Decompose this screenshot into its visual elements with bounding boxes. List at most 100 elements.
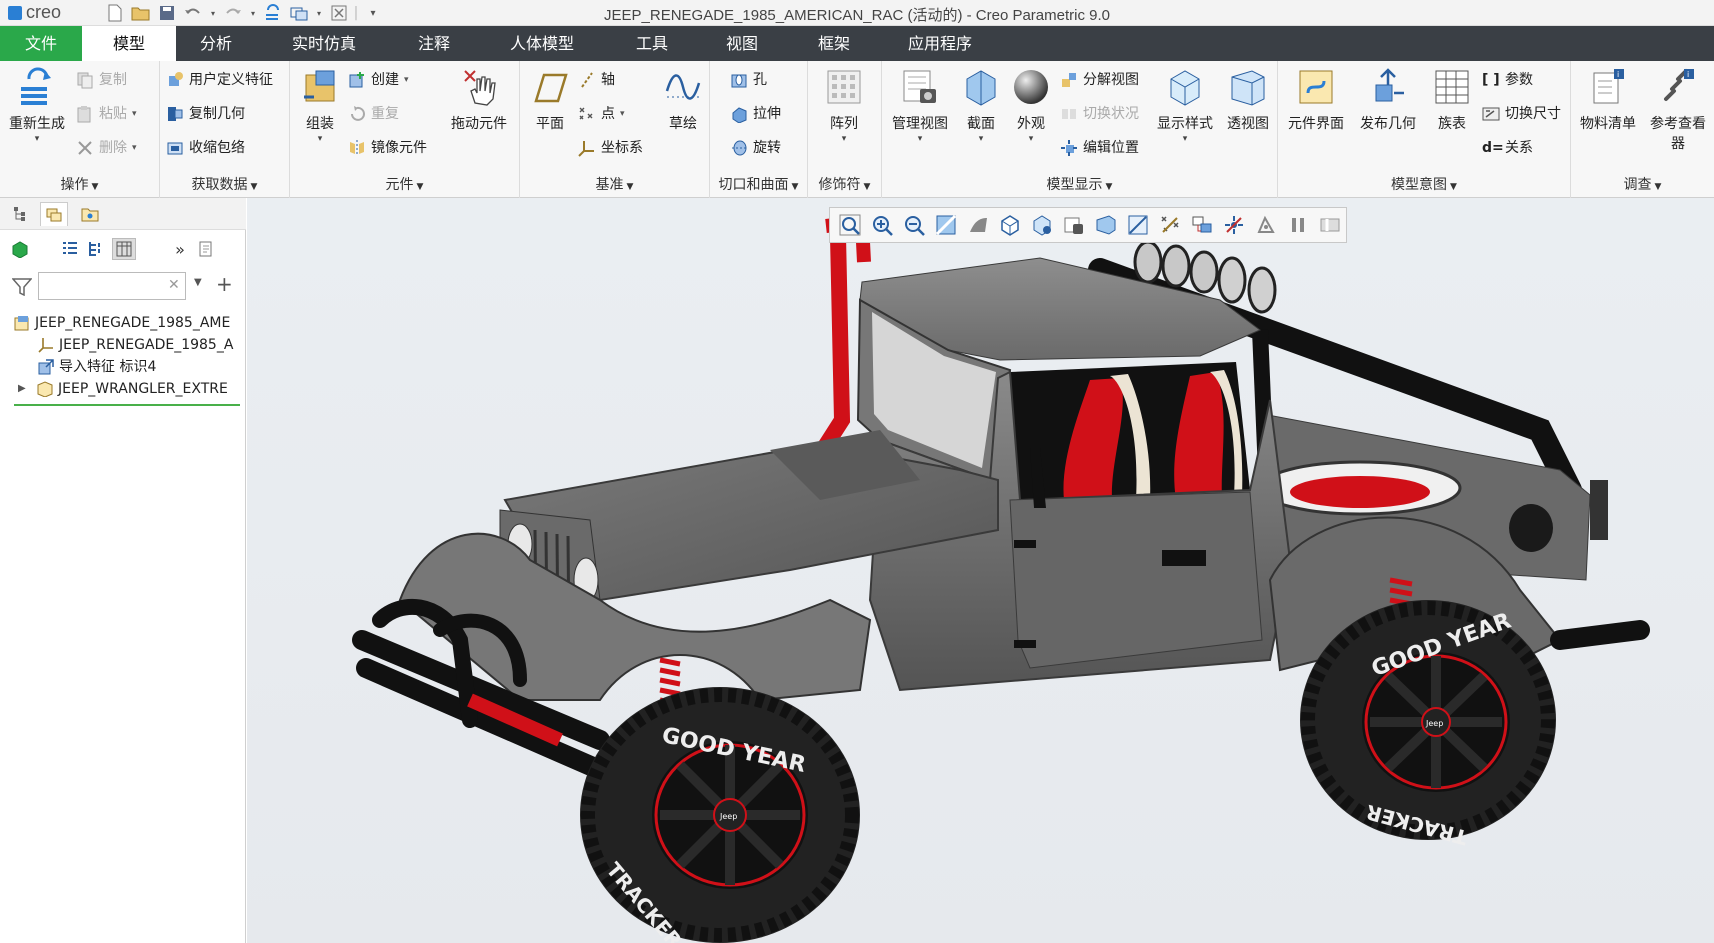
dropdown-arrow-icon[interactable]: ▾ bbox=[956, 134, 1006, 144]
tab-favorites[interactable] bbox=[76, 202, 104, 226]
tab-file[interactable]: 文件 bbox=[0, 26, 82, 61]
dropdown-arrow-icon[interactable]: ▾ bbox=[4, 134, 70, 144]
zoom-out-icon[interactable] bbox=[900, 211, 928, 239]
tree-filters-icon[interactable] bbox=[84, 238, 108, 260]
group-label-get-data[interactable]: 获取数据 ▼ bbox=[160, 174, 289, 194]
repaint-icon[interactable] bbox=[932, 211, 960, 239]
tree-insert-indicator[interactable] bbox=[14, 404, 240, 406]
dropdown-arrow-icon[interactable]: ▾ bbox=[886, 134, 954, 144]
jeep-model[interactable]: Jeep GOOD YEAR TRACKER Jeep GOOD YEAR TR… bbox=[247, 198, 1714, 943]
dropdown-arrow-icon[interactable]: ▼ bbox=[194, 277, 202, 288]
component-interface-button[interactable]: 元件界面 bbox=[1280, 67, 1352, 133]
front-wheel[interactable]: Jeep GOOD YEAR TRACKER bbox=[580, 687, 860, 943]
dropdown-arrow-icon[interactable]: ▾ bbox=[814, 134, 874, 144]
tree-item-root-assembly[interactable]: JEEP_RENEGADE_1985_AME bbox=[14, 312, 244, 334]
point-button[interactable]: 点 ▾ bbox=[578, 101, 625, 127]
copy-button[interactable]: 复制 bbox=[76, 67, 127, 93]
copy-geometry-button[interactable]: 复制几何 bbox=[166, 101, 245, 127]
assemble-button[interactable]: 组装 ▾ bbox=[296, 67, 344, 144]
clear-search-icon[interactable]: ✕ bbox=[168, 277, 180, 293]
section-button[interactable]: 截面 ▾ bbox=[956, 67, 1006, 144]
group-label-cut-surface[interactable]: 切口和曲面 ▼ bbox=[710, 174, 807, 194]
display-style-icon[interactable] bbox=[964, 211, 992, 239]
dropdown-arrow-icon[interactable]: ▾ bbox=[620, 101, 625, 127]
tree-item-import-feature[interactable]: 导入特征 标识4 bbox=[38, 356, 244, 378]
perspective-icon[interactable] bbox=[1092, 211, 1120, 239]
snapshot-icon[interactable] bbox=[1252, 211, 1280, 239]
perspective-button[interactable]: 透视图 bbox=[1220, 67, 1276, 133]
sketch-button[interactable]: 草绘 bbox=[658, 67, 708, 133]
dropdown-arrow-icon[interactable]: ▾ bbox=[404, 67, 409, 93]
group-label-component[interactable]: 元件 ▼ bbox=[290, 174, 519, 194]
group-label-investigate[interactable]: 调查 ▼ bbox=[1571, 174, 1714, 194]
bom-button[interactable]: i 物料清单 bbox=[1573, 67, 1643, 133]
search-input[interactable] bbox=[38, 272, 186, 300]
paste-button[interactable]: 粘贴 ▾ bbox=[76, 101, 137, 127]
group-label-operations[interactable]: 操作 ▼ bbox=[0, 174, 159, 194]
datum-display-icon[interactable] bbox=[1156, 211, 1184, 239]
tab-tools[interactable]: 工具 bbox=[622, 26, 682, 61]
hole-button[interactable]: 孔 bbox=[730, 67, 767, 93]
family-table-button[interactable]: 族表 bbox=[1426, 67, 1478, 133]
shrinkwrap-button[interactable]: 收缩包络 bbox=[166, 135, 245, 161]
hide-icon[interactable] bbox=[1316, 211, 1344, 239]
delete-button[interactable]: 删除 ▾ bbox=[76, 135, 137, 161]
cube-icon[interactable] bbox=[8, 238, 32, 260]
repeat-button[interactable]: 重复 bbox=[348, 101, 399, 127]
drag-component-button[interactable]: 拖动元件 bbox=[442, 67, 516, 133]
zoom-in-icon[interactable] bbox=[868, 211, 896, 239]
tab-framework[interactable]: 框架 bbox=[804, 26, 864, 61]
extrude-button[interactable]: 拉伸 bbox=[730, 101, 781, 127]
dropdown-arrow-icon[interactable]: ▾ bbox=[1006, 134, 1056, 144]
tree-item-part[interactable]: ▶ JEEP_WRANGLER_EXTRE bbox=[18, 378, 244, 400]
tree-columns-icon[interactable] bbox=[112, 238, 136, 260]
explode-view-button[interactable]: 分解视图 bbox=[1060, 67, 1139, 93]
saved-views-icon[interactable] bbox=[1028, 211, 1056, 239]
tab-applications[interactable]: 应用程序 bbox=[894, 26, 986, 61]
toggle-status-button[interactable]: 切换状况 bbox=[1060, 101, 1139, 127]
dropdown-arrow-icon[interactable]: ▾ bbox=[132, 101, 137, 127]
create-button[interactable]: 创建 ▾ bbox=[348, 67, 409, 93]
reference-viewer-button[interactable]: i 参考查看 器 bbox=[1643, 67, 1713, 153]
tab-live-simulation[interactable]: 实时仿真 bbox=[278, 26, 370, 61]
annotation-display-icon[interactable] bbox=[1188, 211, 1216, 239]
expand-arrow-icon[interactable]: ▶ bbox=[18, 378, 32, 400]
dropdown-arrow-icon[interactable]: ▾ bbox=[132, 135, 137, 161]
display-style-button[interactable]: 显示样式 ▾ bbox=[1152, 67, 1218, 144]
group-label-model-intent[interactable]: 模型意图 ▼ bbox=[1278, 174, 1570, 194]
dropdown-arrow-icon[interactable]: ▾ bbox=[296, 134, 344, 144]
refit-icon[interactable] bbox=[836, 211, 864, 239]
csys-button[interactable]: 坐标系 bbox=[578, 135, 643, 161]
tree-item-csys[interactable]: JEEP_RENEGADE_1985_A bbox=[38, 334, 244, 356]
mirror-component-button[interactable]: 镜像元件 bbox=[348, 135, 427, 161]
tab-model[interactable]: 模型 bbox=[82, 26, 176, 61]
revolve-button[interactable]: 旋转 bbox=[730, 135, 781, 161]
axis-button[interactable]: 轴 bbox=[578, 67, 615, 93]
tab-model-tree[interactable] bbox=[6, 202, 34, 226]
pattern-button[interactable]: 阵列 ▾ bbox=[814, 67, 874, 144]
group-label-model-display[interactable]: 模型显示 ▼ bbox=[882, 174, 1277, 194]
parameters-button[interactable]: [ ] 参数 bbox=[1482, 67, 1533, 93]
rear-wheel[interactable]: Jeep GOOD YEAR TRACKER bbox=[1300, 600, 1556, 850]
tab-manikin[interactable]: 人体模型 bbox=[496, 26, 588, 61]
appearance-button[interactable]: 外观 ▾ bbox=[1006, 67, 1056, 144]
pause-icon[interactable] bbox=[1284, 211, 1312, 239]
standard-orientation-icon[interactable] bbox=[996, 211, 1024, 239]
tab-layers[interactable] bbox=[40, 202, 68, 226]
group-label-datum[interactable]: 基准 ▼ bbox=[520, 174, 709, 194]
udf-button[interactable]: 用户定义特征 bbox=[166, 67, 273, 93]
relations-button[interactable]: d= 关系 bbox=[1482, 135, 1533, 161]
manage-views-button[interactable]: 管理视图 ▾ bbox=[886, 67, 954, 144]
view-manager-icon[interactable] bbox=[1060, 211, 1088, 239]
section-view-icon[interactable] bbox=[1124, 211, 1152, 239]
edit-position-button[interactable]: 编辑位置 bbox=[1060, 135, 1139, 161]
spin-center-icon[interactable] bbox=[1220, 211, 1248, 239]
tab-analysis[interactable]: 分析 bbox=[186, 26, 246, 61]
dropdown-arrow-icon[interactable]: ▾ bbox=[1152, 134, 1218, 144]
publish-geometry-button[interactable]: 发布几何 bbox=[1352, 67, 1424, 133]
filter-icon[interactable] bbox=[12, 278, 32, 296]
expand-panel-icon[interactable]: » bbox=[168, 238, 192, 260]
tab-view[interactable]: 视图 bbox=[712, 26, 772, 61]
group-label-modifiers[interactable]: 修饰符 ▼ bbox=[808, 174, 881, 194]
tab-annotate[interactable]: 注释 bbox=[404, 26, 464, 61]
